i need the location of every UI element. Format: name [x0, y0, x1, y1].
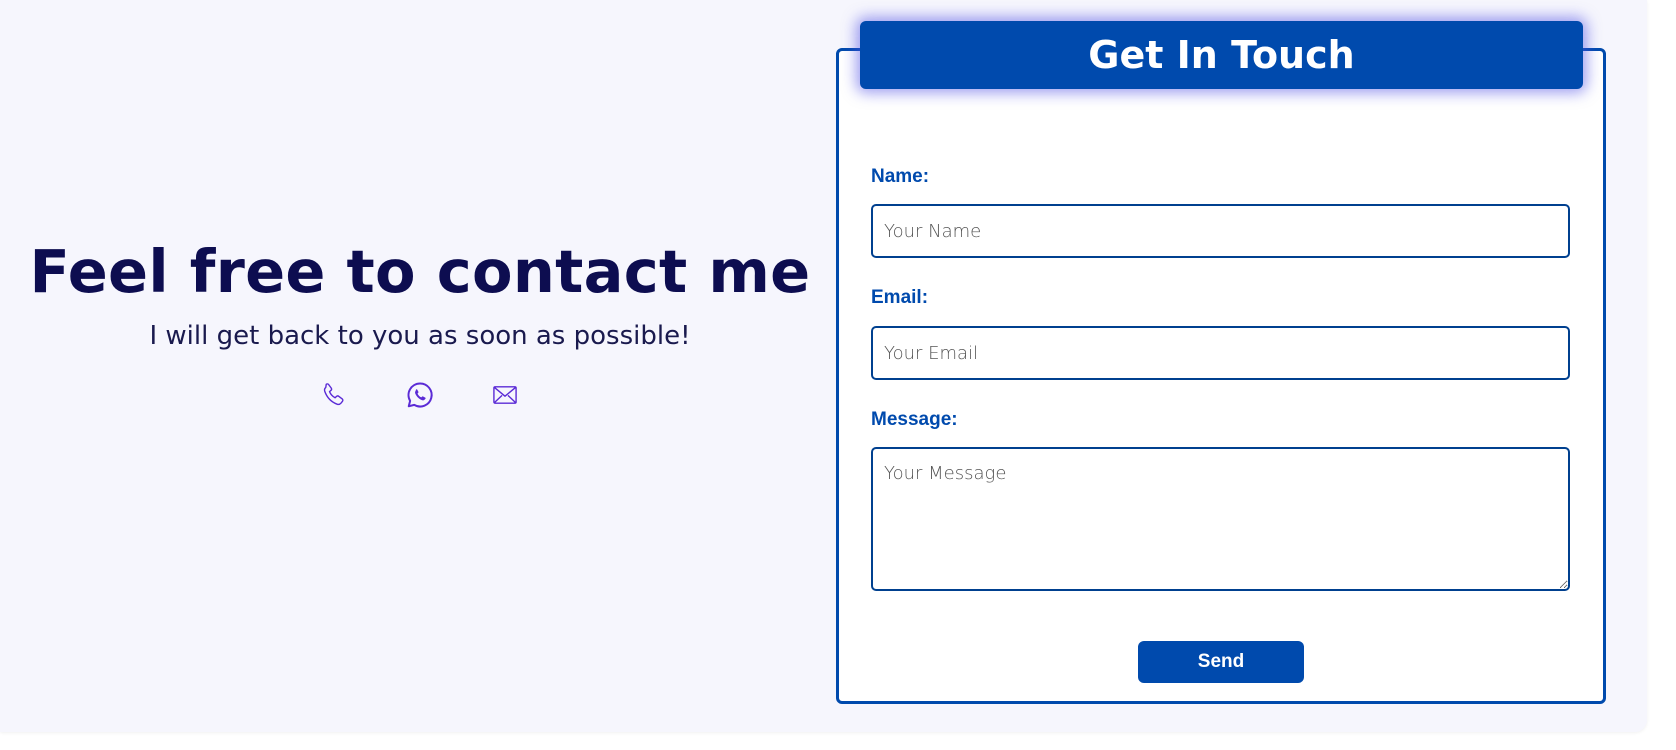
contact-intro: Feel free to contact me I will get back … [0, 0, 840, 732]
contact-subtitle: I will get back to you as soon as possib… [149, 321, 691, 351]
send-button[interactable]: Send [1138, 641, 1304, 683]
mail-icon[interactable] [490, 380, 520, 410]
whatsapp-icon[interactable] [405, 380, 435, 410]
phone-icon[interactable] [320, 380, 350, 410]
email-input[interactable] [871, 326, 1570, 380]
message-label: Message: [871, 409, 958, 430]
name-label: Name: [871, 166, 930, 187]
contact-icons [0, 380, 840, 412]
email-label: Email: [871, 287, 929, 308]
message-textarea[interactable] [871, 447, 1570, 591]
form-title: Get In Touch [860, 21, 1583, 89]
contact-heading: Feel free to contact me [29, 237, 811, 306]
name-input[interactable] [871, 204, 1570, 258]
